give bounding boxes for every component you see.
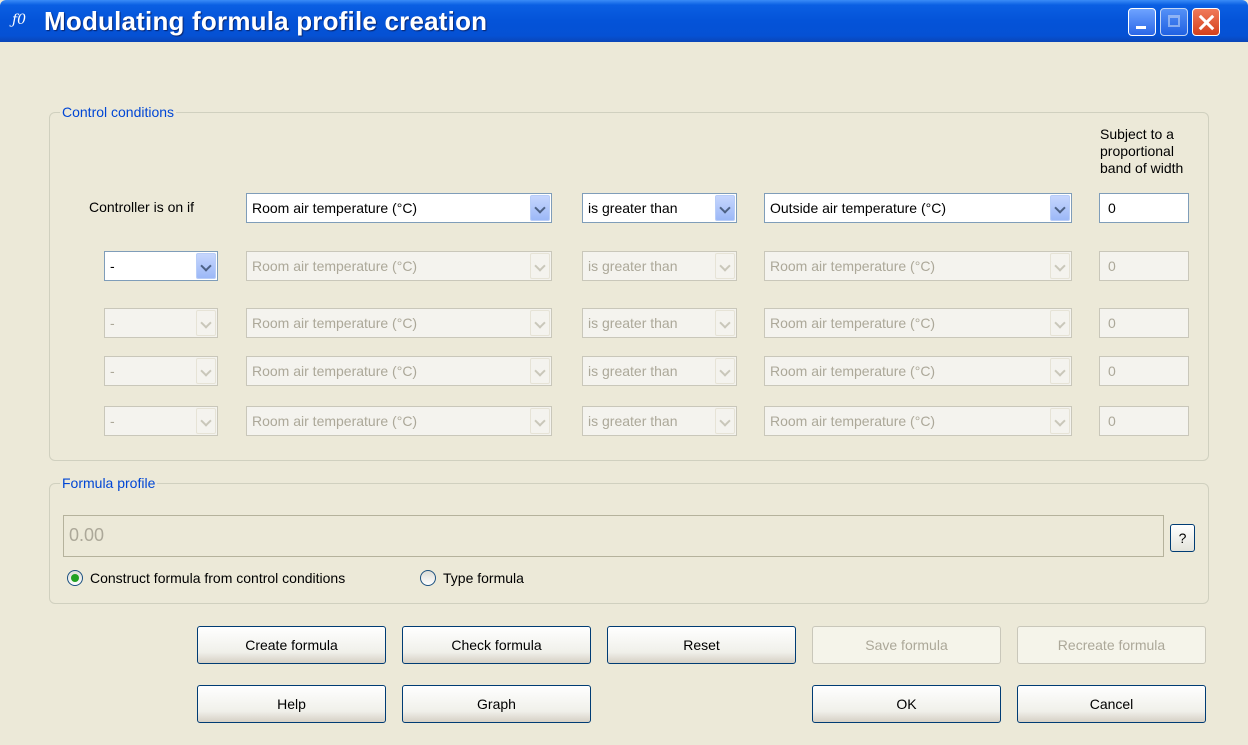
- logic-select-5: -: [104, 406, 218, 436]
- window-title: Modulating formula profile creation: [44, 6, 488, 36]
- maximize-button[interactable]: [1160, 8, 1188, 36]
- formula-profile-legend: Formula profile: [62, 475, 156, 491]
- chevron-down-icon: [530, 253, 550, 279]
- chevron-down-icon: [1050, 408, 1070, 434]
- chevron-down-icon: [530, 358, 550, 384]
- control-conditions-legend: Control conditions: [62, 104, 175, 120]
- reset-button[interactable]: Reset: [607, 626, 796, 664]
- chevron-down-icon: [196, 408, 216, 434]
- compare-select-3: Room air temperature (°C): [764, 308, 1072, 338]
- chevron-down-icon: [530, 310, 550, 336]
- help-button[interactable]: Help: [197, 685, 386, 723]
- band-input-1[interactable]: 0: [1099, 193, 1189, 223]
- band-width-header: Subject to a proportional band of width: [1100, 126, 1184, 176]
- variable-select-4: Room air temperature (°C): [246, 356, 552, 386]
- close-button[interactable]: [1192, 8, 1220, 36]
- logic-select-4: -: [104, 356, 218, 386]
- type-formula-radio[interactable]: [420, 570, 436, 586]
- variable-select-1[interactable]: Room air temperature (°C): [246, 193, 552, 223]
- compare-select-1[interactable]: Outside air temperature (°C): [764, 193, 1072, 223]
- chevron-down-icon[interactable]: [530, 195, 550, 221]
- title-bar: ƒ0 Modulating formula profile creation: [0, 0, 1248, 42]
- chevron-down-icon: [1050, 310, 1070, 336]
- chevron-down-icon: [715, 358, 735, 384]
- chevron-down-icon[interactable]: [196, 253, 216, 279]
- chevron-down-icon: [196, 358, 216, 384]
- construct-formula-label[interactable]: Construct formula from control condition…: [90, 570, 345, 586]
- operator-select-5: is greater than: [582, 406, 737, 436]
- controller-on-label: Controller is on if: [89, 199, 195, 215]
- chevron-down-icon: [715, 408, 735, 434]
- cancel-button[interactable]: Cancel: [1017, 685, 1206, 723]
- band-input-4: 0: [1099, 356, 1189, 386]
- type-formula-label[interactable]: Type formula: [443, 570, 524, 586]
- ok-button[interactable]: OK: [812, 685, 1001, 723]
- chevron-down-icon[interactable]: [715, 195, 735, 221]
- band-input-5: 0: [1099, 406, 1189, 436]
- save-formula-button: Save formula: [812, 626, 1001, 664]
- variable-select-5: Room air temperature (°C): [246, 406, 552, 436]
- graph-button[interactable]: Graph: [402, 685, 591, 723]
- compare-select-2: Room air temperature (°C): [764, 251, 1072, 281]
- logic-select-2[interactable]: -: [104, 251, 218, 281]
- chevron-down-icon[interactable]: [1050, 195, 1070, 221]
- operator-select-2: is greater than: [582, 251, 737, 281]
- chevron-down-icon: [1050, 358, 1070, 384]
- compare-select-4: Room air temperature (°C): [764, 356, 1072, 386]
- compare-select-5: Room air temperature (°C): [764, 406, 1072, 436]
- variable-select-2: Room air temperature (°C): [246, 251, 552, 281]
- band-input-3: 0: [1099, 308, 1189, 338]
- variable-select-3: Room air temperature (°C): [246, 308, 552, 338]
- chevron-down-icon: [715, 253, 735, 279]
- chevron-down-icon: [1050, 253, 1070, 279]
- recreate-formula-button: Recreate formula: [1017, 626, 1206, 664]
- check-formula-button[interactable]: Check formula: [402, 626, 591, 664]
- operator-select-4: is greater than: [582, 356, 737, 386]
- operator-select-3: is greater than: [582, 308, 737, 338]
- chevron-down-icon: [530, 408, 550, 434]
- function-icon: ƒ0: [12, 12, 27, 28]
- formula-field: 0.00: [63, 515, 1164, 557]
- chevron-down-icon: [715, 310, 735, 336]
- formula-help-button[interactable]: ?: [1170, 524, 1195, 552]
- construct-formula-radio[interactable]: [67, 570, 83, 586]
- create-formula-button[interactable]: Create formula: [197, 626, 386, 664]
- logic-select-3: -: [104, 308, 218, 338]
- band-input-2: 0: [1099, 251, 1189, 281]
- chevron-down-icon: [196, 310, 216, 336]
- operator-select-1[interactable]: is greater than: [582, 193, 737, 223]
- minimize-button[interactable]: [1128, 8, 1156, 36]
